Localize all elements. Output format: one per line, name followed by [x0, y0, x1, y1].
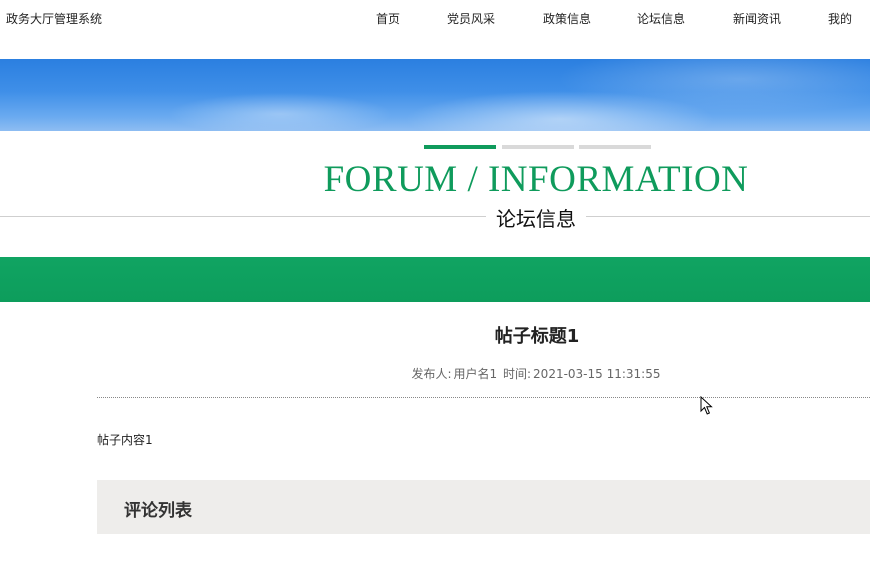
nav-item-policy-info[interactable]: 政策信息: [543, 10, 591, 27]
page: 政务大厅管理系统 首页 党员风采 政策信息 论坛信息 新闻资讯 我的 FORUM…: [0, 0, 870, 562]
post-content: 帖子内容1: [97, 433, 153, 447]
nav-item-news[interactable]: 新闻资讯: [733, 10, 781, 27]
indicator-bar: [502, 145, 574, 149]
post-time: 2021-03-15 11:31:55: [533, 367, 661, 381]
mouse-pointer-icon: [700, 396, 713, 415]
top-navbar: 政务大厅管理系统 首页 党员风采 政策信息 论坛信息 新闻资讯 我的: [0, 0, 870, 40]
green-strip: [0, 257, 870, 302]
time-label: 时间:: [503, 367, 532, 381]
section-indicator-bars: [424, 145, 654, 149]
nav-item-party-members[interactable]: 党员风采: [447, 10, 495, 27]
indicator-bar: [579, 145, 651, 149]
post-title: 帖子标题1: [494, 326, 580, 347]
nav-item-forum-info[interactable]: 论坛信息: [637, 10, 685, 27]
section-title-divider: [0, 216, 870, 217]
hero-banner: [0, 59, 870, 131]
indicator-bar-active: [424, 145, 496, 149]
section-title-cn: 论坛信息: [486, 203, 586, 232]
publisher-label: 发布人:: [411, 367, 452, 381]
nav-item-home[interactable]: 首页: [376, 10, 400, 27]
site-brand[interactable]: 政务大厅管理系统: [6, 10, 102, 27]
publisher-name: 用户名1: [453, 367, 498, 381]
section-title-en: FORUM / INFORMATION: [323, 159, 749, 200]
comments-heading: 评论列表: [124, 501, 192, 521]
comments-section: 评论列表: [97, 480, 870, 534]
post-meta: 发布人: 用户名1 时间: 2021-03-15 11:31:55: [97, 365, 870, 382]
nav-item-mine[interactable]: 我的: [828, 10, 852, 27]
post-divider: [97, 397, 870, 398]
